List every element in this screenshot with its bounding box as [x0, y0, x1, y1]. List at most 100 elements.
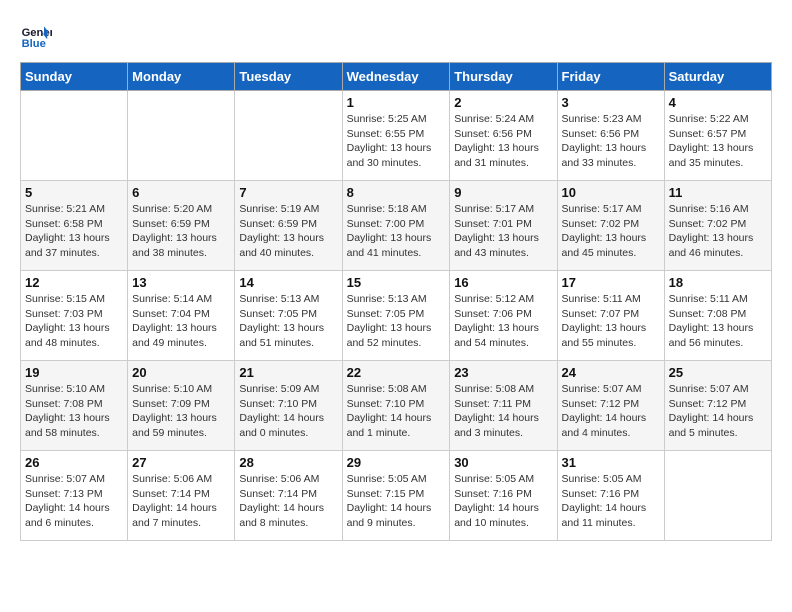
day-number: 31	[562, 455, 660, 470]
day-info: Sunrise: 5:07 AM Sunset: 7:13 PM Dayligh…	[25, 472, 123, 531]
calendar-cell: 18 Sunrise: 5:11 AM Sunset: 7:08 PM Dayli…	[664, 271, 771, 361]
calendar-cell: 27Sunrise: 5:06 AM Sunset: 7:14 PM Dayli…	[128, 451, 235, 541]
day-info: Sunrise: 5:12 AM Sunset: 7:06 PM Dayligh…	[454, 292, 552, 351]
calendar-cell: 15 Sunrise: 5:13 AM Sunset: 7:05 PM Dayli…	[342, 271, 450, 361]
header-friday: Friday	[557, 63, 664, 91]
calendar-cell: 11 Sunrise: 5:16 AM Sunset: 7:02 PM Dayli…	[664, 181, 771, 271]
day-number: 27	[132, 455, 230, 470]
day-number: 19	[25, 365, 123, 380]
logo-icon: General Blue	[20, 20, 52, 52]
day-info: Sunrise: 5:13 AM Sunset: 7:05 PM Dayligh…	[239, 292, 337, 351]
day-number: 21	[239, 365, 337, 380]
day-number: 24	[562, 365, 660, 380]
calendar-cell: 5Sunrise: 5:21 AM Sunset: 6:58 PM Daylig…	[21, 181, 128, 271]
calendar-cell: 20 Sunrise: 5:10 AM Sunset: 7:09 PM Dayli…	[128, 361, 235, 451]
calendar-cell: 17Sunrise: 5:11 AM Sunset: 7:07 PM Dayli…	[557, 271, 664, 361]
calendar-cell: 8 Sunrise: 5:18 AM Sunset: 7:00 PM Daylig…	[342, 181, 450, 271]
calendar-cell: 13Sunrise: 5:14 AM Sunset: 7:04 PM Dayli…	[128, 271, 235, 361]
calendar-cell	[664, 451, 771, 541]
day-number: 22	[347, 365, 446, 380]
calendar-cell: 1Sunrise: 5:25 AM Sunset: 6:55 PM Daylig…	[342, 91, 450, 181]
calendar-cell: 30 Sunrise: 5:05 AM Sunset: 7:16 PM Dayli…	[450, 451, 557, 541]
day-number: 25	[669, 365, 767, 380]
day-number: 10	[562, 185, 660, 200]
day-number: 18	[669, 275, 767, 290]
day-info: Sunrise: 5:24 AM Sunset: 6:56 PM Dayligh…	[454, 112, 552, 171]
calendar-week-row: 12 Sunrise: 5:15 AM Sunset: 7:03 PM Dayli…	[21, 271, 772, 361]
calendar-cell: 25 Sunrise: 5:07 AM Sunset: 7:12 PM Dayli…	[664, 361, 771, 451]
day-number: 3	[562, 95, 660, 110]
day-info: Sunrise: 5:13 AM Sunset: 7:05 PM Dayligh…	[347, 292, 446, 351]
day-info: Sunrise: 5:17 AM Sunset: 7:02 PM Dayligh…	[562, 202, 660, 261]
day-info: Sunrise: 5:06 AM Sunset: 7:14 PM Dayligh…	[239, 472, 337, 531]
header: General Blue	[20, 20, 772, 52]
calendar-table: SundayMondayTuesdayWednesdayThursdayFrid…	[20, 62, 772, 541]
calendar-cell: 7Sunrise: 5:19 AM Sunset: 6:59 PM Daylig…	[235, 181, 342, 271]
calendar-cell: 9Sunrise: 5:17 AM Sunset: 7:01 PM Daylig…	[450, 181, 557, 271]
calendar-cell: 28Sunrise: 5:06 AM Sunset: 7:14 PM Dayli…	[235, 451, 342, 541]
calendar-cell: 21 Sunrise: 5:09 AM Sunset: 7:10 PM Dayli…	[235, 361, 342, 451]
day-number: 15	[347, 275, 446, 290]
day-number: 26	[25, 455, 123, 470]
calendar-cell: 3 Sunrise: 5:23 AM Sunset: 6:56 PM Daylig…	[557, 91, 664, 181]
day-number: 9	[454, 185, 552, 200]
calendar-cell: 22 Sunrise: 5:08 AM Sunset: 7:10 PM Dayli…	[342, 361, 450, 451]
day-info: Sunrise: 5:15 AM Sunset: 7:03 PM Dayligh…	[25, 292, 123, 351]
day-info: Sunrise: 5:11 AM Sunset: 7:08 PM Dayligh…	[669, 292, 767, 351]
day-info: Sunrise: 5:10 AM Sunset: 7:09 PM Dayligh…	[132, 382, 230, 441]
calendar-header-row: SundayMondayTuesdayWednesdayThursdayFrid…	[21, 63, 772, 91]
day-info: Sunrise: 5:08 AM Sunset: 7:11 PM Dayligh…	[454, 382, 552, 441]
calendar-cell: 12 Sunrise: 5:15 AM Sunset: 7:03 PM Dayli…	[21, 271, 128, 361]
day-info: Sunrise: 5:09 AM Sunset: 7:10 PM Dayligh…	[239, 382, 337, 441]
calendar-week-row: 26 Sunrise: 5:07 AM Sunset: 7:13 PM Dayli…	[21, 451, 772, 541]
day-number: 11	[669, 185, 767, 200]
day-number: 6	[132, 185, 230, 200]
day-info: Sunrise: 5:07 AM Sunset: 7:12 PM Dayligh…	[562, 382, 660, 441]
calendar-cell: 16 Sunrise: 5:12 AM Sunset: 7:06 PM Dayli…	[450, 271, 557, 361]
calendar-week-row: 19Sunrise: 5:10 AM Sunset: 7:08 PM Dayli…	[21, 361, 772, 451]
day-number: 8	[347, 185, 446, 200]
calendar-cell: 10 Sunrise: 5:17 AM Sunset: 7:02 PM Dayli…	[557, 181, 664, 271]
day-info: Sunrise: 5:07 AM Sunset: 7:12 PM Dayligh…	[669, 382, 767, 441]
day-info: Sunrise: 5:11 AM Sunset: 7:07 PM Dayligh…	[562, 292, 660, 351]
day-number: 12	[25, 275, 123, 290]
day-number: 29	[347, 455, 446, 470]
header-saturday: Saturday	[664, 63, 771, 91]
calendar-cell	[21, 91, 128, 181]
calendar-cell: 29 Sunrise: 5:05 AM Sunset: 7:15 PM Dayli…	[342, 451, 450, 541]
svg-text:General: General	[22, 27, 52, 39]
day-info: Sunrise: 5:19 AM Sunset: 6:59 PM Dayligh…	[239, 202, 337, 261]
day-info: Sunrise: 5:05 AM Sunset: 7:16 PM Dayligh…	[562, 472, 660, 531]
header-thursday: Thursday	[450, 63, 557, 91]
header-wednesday: Wednesday	[342, 63, 450, 91]
calendar-cell: 24 Sunrise: 5:07 AM Sunset: 7:12 PM Dayli…	[557, 361, 664, 451]
day-number: 4	[669, 95, 767, 110]
header-monday: Monday	[128, 63, 235, 91]
day-info: Sunrise: 5:25 AM Sunset: 6:55 PM Dayligh…	[347, 112, 446, 171]
day-number: 2	[454, 95, 552, 110]
day-number: 30	[454, 455, 552, 470]
calendar-week-row: 5Sunrise: 5:21 AM Sunset: 6:58 PM Daylig…	[21, 181, 772, 271]
header-tuesday: Tuesday	[235, 63, 342, 91]
day-info: Sunrise: 5:08 AM Sunset: 7:10 PM Dayligh…	[347, 382, 446, 441]
day-info: Sunrise: 5:23 AM Sunset: 6:56 PM Dayligh…	[562, 112, 660, 171]
day-number: 13	[132, 275, 230, 290]
calendar-cell: 19Sunrise: 5:10 AM Sunset: 7:08 PM Dayli…	[21, 361, 128, 451]
day-number: 23	[454, 365, 552, 380]
calendar-cell	[128, 91, 235, 181]
calendar-cell: 14Sunrise: 5:13 AM Sunset: 7:05 PM Dayli…	[235, 271, 342, 361]
calendar-cell	[235, 91, 342, 181]
day-info: Sunrise: 5:16 AM Sunset: 7:02 PM Dayligh…	[669, 202, 767, 261]
day-info: Sunrise: 5:05 AM Sunset: 7:16 PM Dayligh…	[454, 472, 552, 531]
day-info: Sunrise: 5:18 AM Sunset: 7:00 PM Dayligh…	[347, 202, 446, 261]
day-info: Sunrise: 5:20 AM Sunset: 6:59 PM Dayligh…	[132, 202, 230, 261]
calendar-cell: 31 Sunrise: 5:05 AM Sunset: 7:16 PM Dayli…	[557, 451, 664, 541]
day-info: Sunrise: 5:21 AM Sunset: 6:58 PM Dayligh…	[25, 202, 123, 261]
day-number: 20	[132, 365, 230, 380]
header-sunday: Sunday	[21, 63, 128, 91]
day-info: Sunrise: 5:22 AM Sunset: 6:57 PM Dayligh…	[669, 112, 767, 171]
calendar-cell: 26 Sunrise: 5:07 AM Sunset: 7:13 PM Dayli…	[21, 451, 128, 541]
day-number: 16	[454, 275, 552, 290]
calendar-cell: 6 Sunrise: 5:20 AM Sunset: 6:59 PM Daylig…	[128, 181, 235, 271]
day-info: Sunrise: 5:05 AM Sunset: 7:15 PM Dayligh…	[347, 472, 446, 531]
